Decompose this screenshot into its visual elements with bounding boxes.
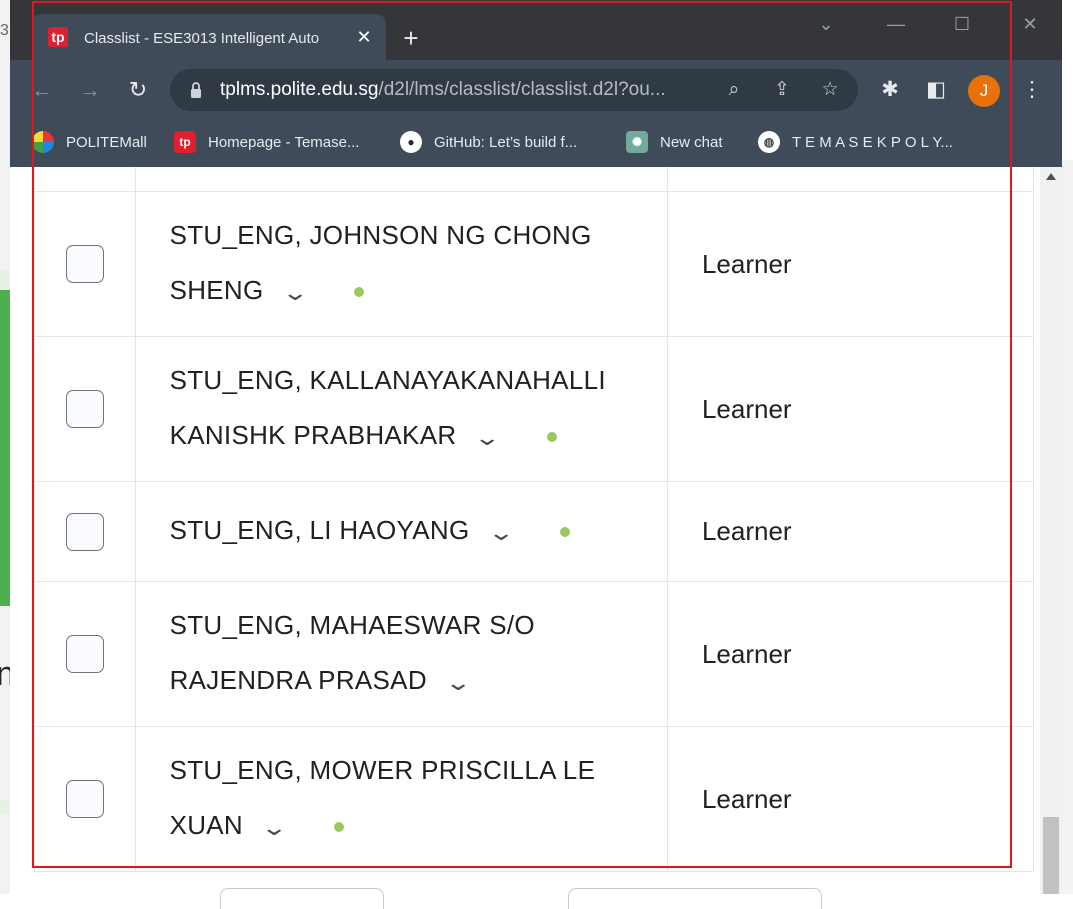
profile-avatar[interactable]: J	[968, 75, 1000, 107]
row-select-checkbox[interactable]	[65, 780, 104, 818]
role-label: Learner	[701, 248, 792, 279]
student-name[interactable]: STU_ENG, MAHAESWAR S/O RAJENDRA PRASAD ⌄	[170, 598, 666, 710]
table-row: STU_ENG, JOHNSON NG CHONG SHENG ⌄ Learner	[34, 191, 1035, 337]
bottom-button-partial[interactable]	[568, 888, 822, 909]
chevron-down-icon[interactable]: ⌄	[487, 505, 515, 560]
bookmark-label: New chat	[660, 133, 723, 151]
browser-toolbar: ← → ↻ tplms.polite.edu.sg/d2l/lms/classl…	[10, 60, 1062, 120]
table-row: STU_ENG, MOWER PRISCILLA LE XUAN ⌄ Learne…	[34, 726, 1035, 872]
tp-icon: tp	[174, 131, 196, 153]
globe-icon: ◍	[758, 131, 780, 153]
table-row: STU_ENG, MAHAESWAR S/O RAJENDRA PRASAD ⌄ …	[34, 581, 1035, 727]
share-icon[interactable]: ⇪	[770, 78, 794, 102]
row-select-checkbox[interactable]	[65, 635, 104, 673]
bookmark-temasek-homepage[interactable]: tp Homepage - Temase...	[174, 130, 359, 154]
row-select-checkbox[interactable]	[65, 245, 104, 283]
role-label: Learner	[701, 516, 792, 546]
tab-strip: tp Classlist - ESE3013 Intelligent Auto …	[10, 0, 1062, 60]
page-scrollbar[interactable]	[1040, 167, 1062, 894]
tab-title: Classlist - ESE3013 Intelligent Auto	[84, 30, 320, 47]
scroll-up-arrow-icon[interactable]	[1046, 173, 1056, 180]
background-green-bar	[0, 290, 10, 606]
bottom-button-partial[interactable]	[220, 888, 384, 909]
politemall-icon	[32, 131, 54, 153]
classlist-table: STU_ENG, JOHNSON NG CHONG SHENG ⌄ Learner…	[34, 167, 1035, 872]
side-panel-icon[interactable]: ◧	[922, 76, 950, 104]
tab-search-chevron-icon[interactable]: ⌄	[814, 12, 838, 36]
chevron-down-icon[interactable]: ⌄	[444, 655, 472, 710]
bookmark-new-chat[interactable]: ✺ New chat	[626, 130, 723, 154]
bookmark-label: GitHub: Let’s build f...	[434, 133, 578, 151]
extensions-puzzle-icon[interactable]: ✱	[876, 76, 904, 104]
student-name[interactable]: STU_ENG, KALLANAYAKANAHALLI KANISHK PRAB…	[170, 353, 666, 465]
table-row: STU_ENG, KALLANAYAKANAHALLI KANISHK PRAB…	[34, 336, 1035, 482]
table-row-partial	[34, 167, 1035, 192]
more-menu-icon[interactable]: ⋮	[1018, 76, 1046, 104]
chevron-down-icon[interactable]: ⌄	[474, 410, 502, 465]
bookmark-github[interactable]: ● GitHub: Let’s build f...	[400, 130, 577, 154]
online-status-dot	[333, 822, 344, 833]
bookmark-temasekpoly[interactable]: ◍ T E M A S E K P O L Y...	[758, 130, 953, 154]
role-label: Learner	[701, 393, 792, 424]
bookmark-label: POLITEMall	[66, 133, 147, 151]
url-text[interactable]: tplms.polite.edu.sg/d2l/lms/classlist/cl…	[220, 79, 700, 101]
student-name[interactable]: STU_ENG, JOHNSON NG CHONG SHENG ⌄	[170, 208, 666, 320]
bookmark-label: T E M A S E K P O L Y...	[792, 133, 953, 151]
bookmark-label: Homepage - Temase...	[208, 133, 360, 151]
close-window-icon[interactable]: ✕	[1018, 12, 1042, 36]
maximize-icon[interactable]: ☐	[950, 12, 974, 36]
row-select-checkbox[interactable]	[65, 512, 104, 551]
lock-icon	[191, 82, 201, 98]
bookmarks-bar: POLITEMall tp Homepage - Temase... ● Git…	[10, 120, 1062, 167]
online-status-dot	[354, 287, 365, 298]
role-label: Learner	[701, 638, 792, 669]
zoom-icon[interactable]: ⌕	[722, 78, 746, 102]
github-icon: ●	[400, 131, 422, 153]
new-tab-icon[interactable]: +	[398, 25, 424, 52]
student-name[interactable]: STU_ENG, LI HAOYANG ⌄	[170, 503, 666, 560]
back-arrow-icon[interactable]: ←	[28, 76, 56, 104]
browser-tab-classlist[interactable]: tp Classlist - ESE3013 Intelligent Auto …	[32, 14, 386, 60]
table-row: STU_ENG, LI HAOYANG ⌄ Learner	[34, 481, 1035, 582]
student-name[interactable]: STU_ENG, MOWER PRISCILLA LE XUAN ⌄	[170, 743, 666, 855]
scroll-thumb[interactable]	[1043, 817, 1059, 894]
bookmark-star-icon[interactable]: ☆	[818, 78, 842, 102]
online-status-dot	[560, 527, 571, 538]
chevron-down-icon[interactable]: ⌄	[281, 265, 309, 320]
bookmark-politemall[interactable]: POLITEMall	[32, 130, 147, 154]
close-tab-icon[interactable]: ✕	[354, 27, 374, 47]
row-select-checkbox[interactable]	[65, 390, 104, 428]
address-bar[interactable]: tplms.polite.edu.sg/d2l/lms/classlist/cl…	[170, 69, 858, 111]
minimize-icon[interactable]: —	[884, 12, 908, 36]
background-text-fragment: 3	[0, 22, 9, 39]
tp-favicon-icon: tp	[48, 27, 68, 47]
browser-window-chrome: tp Classlist - ESE3013 Intelligent Auto …	[10, 0, 1062, 167]
reload-icon[interactable]: ↻	[124, 76, 152, 104]
chatgpt-icon: ✺	[626, 131, 648, 153]
online-status-dot	[547, 432, 558, 443]
chevron-down-icon[interactable]: ⌄	[260, 800, 288, 855]
forward-arrow-icon[interactable]: →	[76, 76, 104, 104]
role-label: Learner	[701, 783, 792, 814]
classlist-page: STU_ENG, JOHNSON NG CHONG SHENG ⌄ Learner…	[10, 167, 1040, 894]
